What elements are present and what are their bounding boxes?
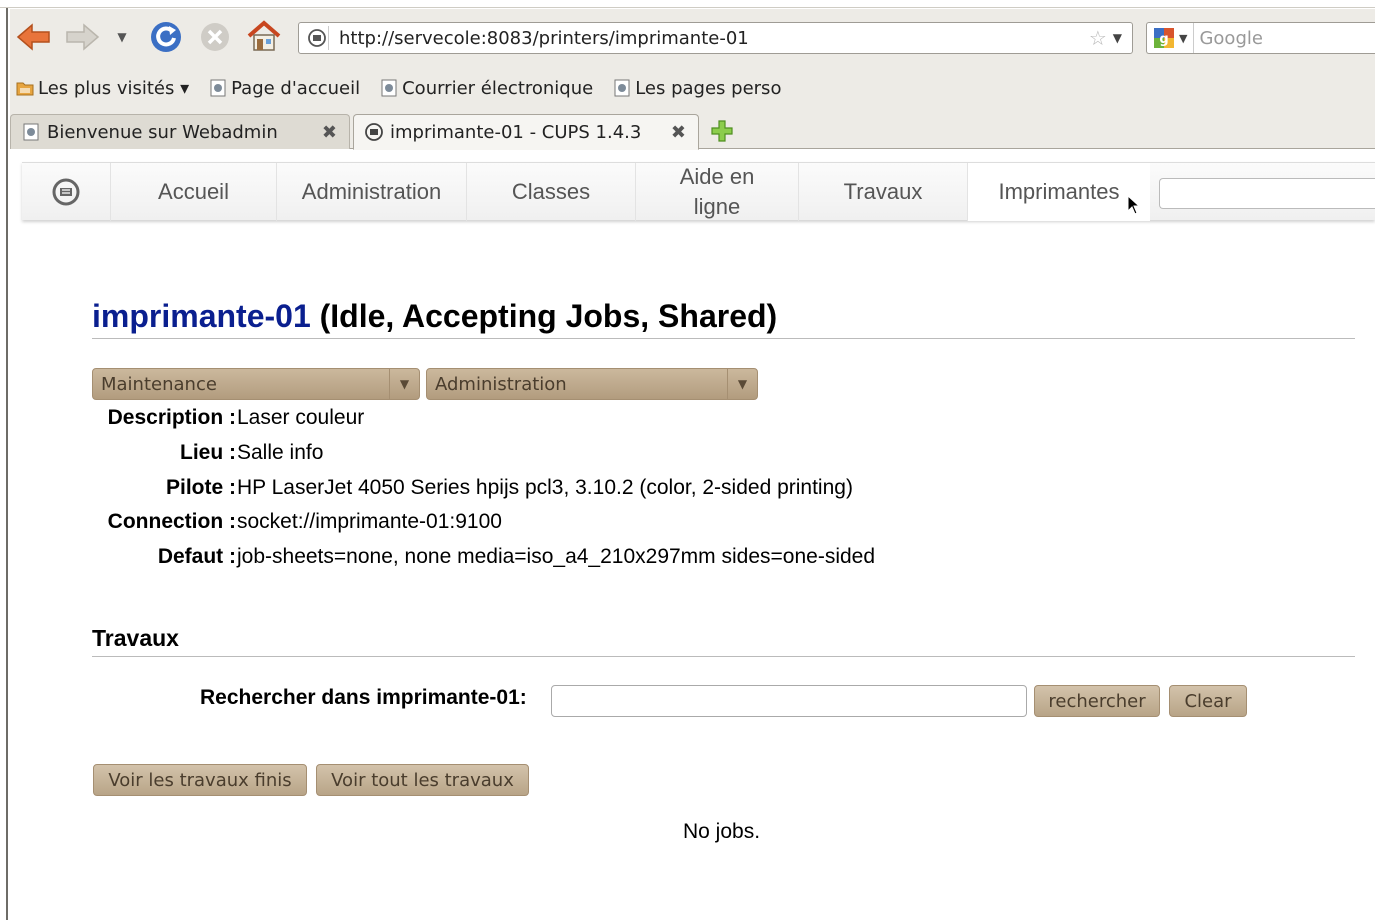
cups-icon (364, 122, 384, 142)
page-icon (613, 79, 631, 97)
nav-imprimantes[interactable]: Imprimantes (967, 163, 1150, 221)
page-icon (209, 79, 227, 97)
bookmark-personal-pages[interactable]: Les pages perso (613, 78, 781, 99)
printer-name: imprimante-01 (92, 298, 311, 334)
close-tab-icon[interactable]: ✖ (671, 122, 686, 143)
description-value: Laser couleur (237, 406, 365, 429)
nav-administration[interactable]: Administration (276, 163, 466, 221)
cups-page: Accueil Administration Classes Aide en l… (10, 150, 1375, 920)
url-history-dropdown-icon[interactable]: ▼ (1113, 31, 1122, 45)
maintenance-select-value: Maintenance (101, 373, 217, 395)
title-divider (92, 338, 1355, 339)
cups-logo-link[interactable] (22, 163, 110, 221)
back-arrow-icon (16, 23, 50, 51)
tab-label: imprimante-01 - CUPS 1.4.3 (390, 121, 642, 143)
nav-aide-en-ligne[interactable]: Aide en ligne (635, 163, 798, 221)
lieu-label: Lieu : (180, 441, 236, 464)
info-row-pilote: Pilote : HP LaserJet 4050 Series hpijs p… (92, 476, 1292, 506)
stop-button[interactable] (198, 22, 232, 52)
search-button[interactable]: rechercher (1034, 685, 1160, 717)
browser-navigation-toolbar: ▼ http://servecole:8083/printers/imprima… (10, 12, 1375, 62)
window-top-edge (0, 0, 1375, 8)
no-jobs-message: No jobs. (683, 820, 761, 843)
google-icon: g (1154, 28, 1174, 48)
reload-icon (151, 22, 181, 52)
bookmark-email[interactable]: Courrier électronique (380, 78, 593, 99)
tab-webadmin[interactable]: Bienvenue sur Webadmin ✖ (10, 114, 350, 149)
home-icon (247, 20, 281, 51)
bookmark-label: Les plus visités ▾ (38, 77, 190, 99)
cups-logo-icon (52, 178, 80, 206)
back-button[interactable] (15, 21, 53, 53)
clear-button[interactable]: Clear (1169, 685, 1247, 717)
chevron-down-icon: ▼ (727, 369, 757, 399)
show-all-jobs-button[interactable]: Voir tout les travaux (316, 764, 529, 796)
pilote-label: Pilote : (165, 476, 236, 499)
maintenance-select[interactable]: Maintenance ▼ (92, 368, 420, 400)
new-tab-button[interactable] (708, 117, 736, 145)
nav-travaux[interactable]: Travaux (798, 163, 967, 221)
nav-accueil[interactable]: Accueil (110, 163, 276, 221)
stop-icon (201, 23, 229, 51)
nav-classes[interactable]: Classes (466, 163, 635, 221)
connection-value: socket://imprimante-01:9100 (237, 510, 502, 533)
defaut-value: job-sheets=none, none media=iso_a4_210x2… (237, 545, 876, 568)
cups-navigation-bar: Accueil Administration Classes Aide en l… (22, 162, 1375, 221)
search-placeholder: Google (1199, 27, 1263, 49)
window-left-edge (0, 8, 8, 920)
bookmark-label: Les pages perso (635, 77, 782, 99)
bookmark-most-visited[interactable]: Les plus visités ▾ (16, 78, 189, 99)
job-search-input[interactable] (551, 685, 1027, 717)
tab-strip: Bienvenue sur Webadmin ✖ imprimante-01 -… (10, 112, 1375, 150)
home-button[interactable] (246, 19, 282, 53)
jobs-divider (92, 656, 1355, 657)
administration-select-value: Administration (435, 373, 567, 395)
lieu-value: Salle info (237, 441, 324, 464)
bookmarks-toolbar: Les plus visités ▾ Page d'accueil Courri… (10, 70, 1375, 106)
cups-site-icon (305, 26, 329, 50)
page-icon (380, 79, 398, 97)
chevron-down-icon: ▼ (117, 30, 127, 44)
url-text[interactable]: http://servecole:8083/printers/imprimant… (339, 28, 1089, 49)
web-search-box[interactable]: g ▼ Google (1146, 22, 1375, 54)
search-engine-selector[interactable]: g ▼ (1147, 23, 1195, 53)
folder-icon (16, 79, 34, 97)
administration-select[interactable]: Administration ▼ (426, 368, 758, 400)
mouse-cursor-icon (1127, 195, 1141, 215)
description-label: Description : (107, 406, 236, 429)
forward-button[interactable] (63, 21, 101, 53)
history-dropdown-button[interactable]: ▼ (110, 22, 134, 52)
cups-search-input[interactable] (1159, 178, 1375, 209)
bookmark-home-page[interactable]: Page d'accueil (209, 78, 360, 99)
page-icon (21, 122, 41, 142)
job-search-label: Rechercher dans imprimante-01: (200, 686, 527, 709)
bookmark-star-icon[interactable]: ☆ (1089, 26, 1107, 50)
close-tab-icon[interactable]: ✖ (322, 122, 337, 143)
defaut-label: Defaut : (157, 545, 236, 568)
page-title: imprimante-01 (Idle, Accepting Jobs, Sha… (92, 298, 777, 335)
bookmark-label: Courrier électronique (402, 77, 594, 99)
info-row-lieu: Lieu : Salle info (92, 441, 1292, 471)
tab-label: Bienvenue sur Webadmin (47, 121, 278, 143)
connection-label: Connection : (107, 510, 236, 533)
show-completed-jobs-button[interactable]: Voir les travaux finis (93, 764, 307, 796)
info-row-connection: Connection : socket://imprimante-01:9100 (92, 510, 1292, 540)
chevron-down-icon: ▼ (389, 369, 419, 399)
svg-text:g: g (1159, 32, 1168, 47)
plus-icon (711, 120, 733, 142)
tab-cups-printer[interactable]: imprimante-01 - CUPS 1.4.3 ✖ (353, 114, 699, 150)
pilote-value: HP LaserJet 4050 Series hpijs pcl3, 3.10… (237, 476, 853, 499)
printer-status: (Idle, Accepting Jobs, Shared) (319, 298, 778, 334)
bookmark-label: Page d'accueil (231, 77, 361, 99)
info-row-description: Description : Laser couleur (92, 406, 1292, 436)
forward-arrow-icon (66, 23, 100, 51)
jobs-heading: Travaux (92, 625, 179, 651)
info-row-defaut: Defaut : job-sheets=none, none media=iso… (92, 545, 1292, 575)
url-bar[interactable]: http://servecole:8083/printers/imprimant… (298, 22, 1133, 54)
reload-button[interactable] (148, 20, 184, 54)
chevron-down-icon: ▼ (1179, 31, 1188, 45)
